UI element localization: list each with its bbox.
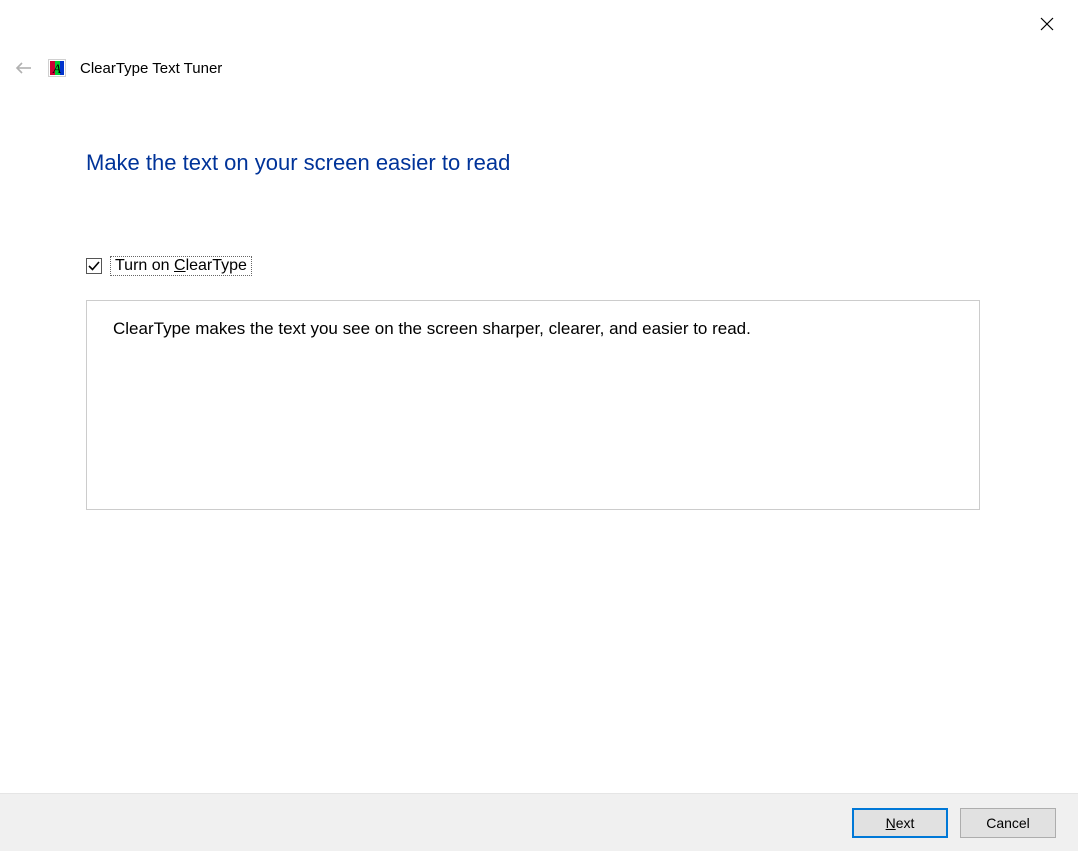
close-icon	[1040, 17, 1054, 31]
header-row: A ClearType Text Tuner	[14, 54, 1064, 82]
button-bar: Next Cancel	[0, 793, 1078, 851]
cleartype-checkbox[interactable]	[86, 258, 102, 274]
back-button	[14, 58, 34, 78]
back-arrow-icon	[14, 58, 34, 78]
page-heading: Make the text on your screen easier to r…	[86, 150, 980, 176]
description-box: ClearType makes the text you see on the …	[86, 300, 980, 510]
description-text: ClearType makes the text you see on the …	[113, 319, 751, 338]
cleartype-app-icon: A	[48, 59, 66, 77]
window-title: ClearType Text Tuner	[80, 60, 222, 77]
svg-text:A: A	[52, 61, 61, 76]
next-button[interactable]: Next	[852, 808, 948, 838]
cancel-button[interactable]: Cancel	[960, 808, 1056, 838]
checkmark-icon	[88, 260, 100, 272]
content-area: Make the text on your screen easier to r…	[86, 150, 980, 781]
wizard-window: A ClearType Text Tuner Make the text on …	[0, 0, 1078, 851]
titlebar	[0, 0, 1078, 48]
cleartype-checkbox-row: Turn on ClearType	[86, 256, 980, 276]
close-button[interactable]	[1024, 8, 1070, 40]
cleartype-checkbox-label[interactable]: Turn on ClearType	[110, 256, 252, 276]
